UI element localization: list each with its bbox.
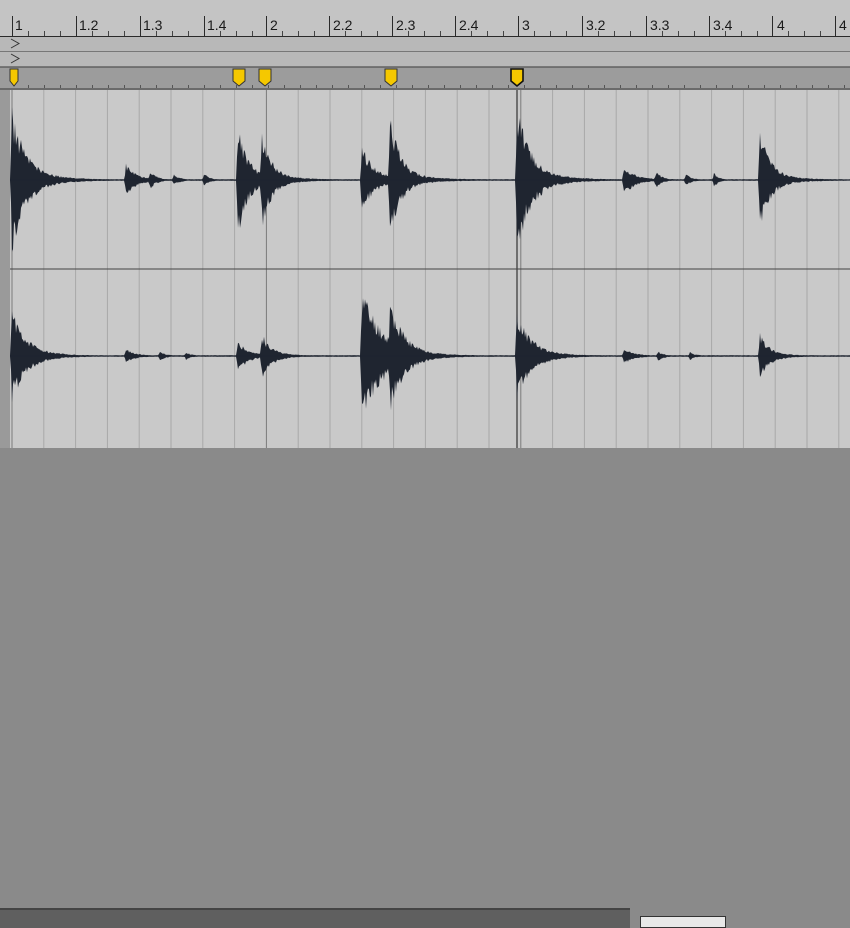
ruler-label-1: 1 — [15, 17, 23, 33]
ruler-tick — [392, 16, 393, 36]
ruler-tick — [12, 16, 13, 36]
waveform-left-margin — [0, 90, 10, 448]
ruler-tick — [709, 16, 710, 36]
waveform-display[interactable] — [10, 90, 850, 448]
ruler-label-1-3: 1.3 — [143, 17, 163, 33]
warp-marker-flag-icon-selected[interactable] — [510, 68, 524, 88]
ruler-tick — [582, 16, 583, 36]
clip-view-panel — [0, 908, 630, 928]
ruler-label-1-4: 1.4 — [207, 17, 227, 33]
ruler-label-3-2: 3.2 — [586, 17, 606, 33]
warp-marker-flag-icon[interactable] — [258, 68, 272, 88]
lower-panel — [0, 448, 850, 928]
ruler-tick — [76, 16, 77, 36]
ruler-tick — [835, 16, 836, 36]
ruler-tick — [646, 16, 647, 36]
warp-marker-lane[interactable] — [0, 67, 850, 90]
ruler-label-2-2: 2.2 — [333, 17, 353, 33]
ruler-tick — [772, 16, 773, 36]
loop-brace-lane[interactable] — [0, 37, 850, 52]
ruler-tick — [329, 16, 330, 36]
ruler-label-2: 2 — [270, 17, 278, 33]
ruler-label-2-3: 2.3 — [396, 17, 416, 33]
ruler-label-4: 4 — [777, 17, 785, 33]
ruler-tick — [455, 16, 456, 36]
triangle-right-outline-icon[interactable] — [10, 38, 20, 49]
beat-time-ruler[interactable]: 1 1.2 1.3 1.4 2 2.2 2.3 2.4 3 3.2 3.3 3.… — [0, 0, 850, 37]
ruler-tick — [266, 16, 267, 36]
start-end-lane[interactable] — [0, 52, 850, 67]
ruler-tick — [140, 16, 141, 36]
ruler-label-2-4: 2.4 — [459, 17, 479, 33]
stereo-waveform — [10, 90, 850, 448]
waveform-channel — [10, 298, 850, 411]
ruler-label-4-partial: 4 — [839, 17, 847, 33]
mini-overview — [640, 916, 726, 928]
ruler-tick — [204, 16, 205, 36]
ruler-label-3-3: 3.3 — [650, 17, 670, 33]
sample-editor: 1 1.2 1.3 1.4 2 2.2 2.3 2.4 3 3.2 3.3 3.… — [0, 0, 850, 448]
ruler-label-1-2: 1.2 — [79, 17, 99, 33]
warp-marker-flag-icon[interactable] — [9, 68, 23, 88]
warp-marker-flag-icon[interactable] — [384, 68, 398, 88]
ruler-label-3: 3 — [522, 17, 530, 33]
triangle-right-outline-icon[interactable] — [10, 53, 20, 64]
warp-marker-flag-icon[interactable] — [232, 68, 246, 88]
ruler-tick — [518, 16, 519, 36]
ruler-label-3-4: 3.4 — [713, 17, 733, 33]
